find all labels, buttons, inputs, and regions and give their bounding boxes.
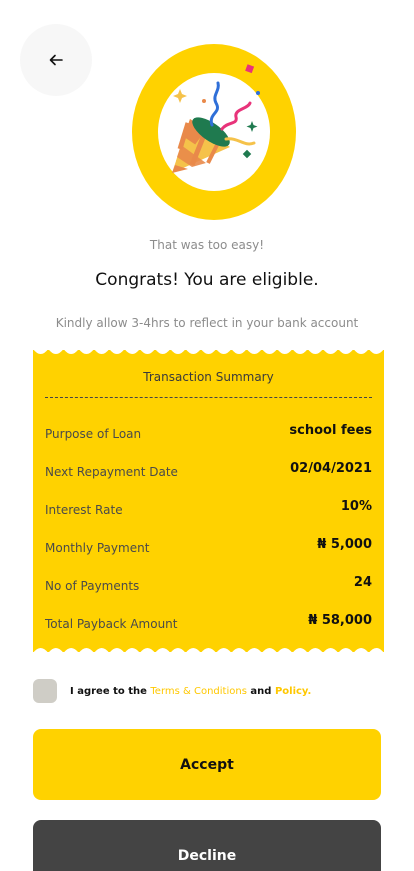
row-value: 10% — [340, 498, 372, 514]
row-label: Purpose of Loan — [45, 427, 142, 441]
row-label: No of Payments — [45, 579, 140, 593]
summary-row-total-payback: Total Payback Amount ₦ 58,000 — [45, 612, 372, 636]
terms-link[interactable]: Terms & Conditions — [150, 686, 247, 697]
agree-checkbox[interactable] — [33, 679, 57, 703]
scallop-edge-bottom — [33, 648, 384, 653]
row-value: 02/04/2021 — [290, 460, 372, 476]
summary-row-purpose: Purpose of Loan school fees — [45, 422, 372, 446]
processing-note: Kindly allow 3-4hrs to reflect in your b… — [55, 316, 359, 330]
row-label: Total Payback Amount — [45, 617, 178, 631]
agreement-text: I agree to the Terms & Conditions and Po… — [70, 686, 311, 697]
row-label: Next Repayment Date — [45, 465, 178, 479]
row-value: ₦ 5,000 — [317, 536, 372, 552]
row-value: school fees — [289, 422, 372, 438]
page-title: Congrats! You are eligible. — [95, 270, 319, 290]
summary-title: Transaction Summary — [143, 370, 274, 384]
agreement-and: and — [250, 685, 272, 697]
summary-row-interest-rate: Interest Rate 10% — [45, 498, 372, 522]
summary-row-repayment-date: Next Repayment Date 02/04/2021 — [45, 460, 372, 484]
success-subtitle: That was too easy! — [149, 238, 265, 252]
dashed-divider — [45, 397, 372, 398]
arrow-left-icon — [49, 54, 63, 66]
row-value: ₦ 58,000 — [308, 612, 372, 628]
summary-row-monthly-payment: Monthly Payment ₦ 5,000 — [45, 536, 372, 560]
transaction-summary-card: Transaction Summary Purpose of Loan scho… — [33, 349, 384, 653]
scallop-edge-top — [33, 349, 384, 354]
party-popper-icon — [172, 64, 260, 173]
success-illustration — [132, 44, 296, 220]
row-value: 24 — [353, 574, 372, 590]
back-button[interactable] — [20, 24, 92, 96]
summary-row-payments-count: No of Payments 24 — [45, 574, 372, 598]
row-label: Interest Rate — [45, 503, 123, 517]
row-label: Monthly Payment — [45, 541, 150, 555]
accept-button[interactable]: Accept — [33, 729, 381, 800]
agreement-prefix: I agree to the — [70, 685, 147, 697]
decline-button[interactable]: Decline — [33, 820, 381, 871]
terms-agreement: I agree to the Terms & Conditions and Po… — [33, 679, 311, 703]
policy-link[interactable]: Policy. — [275, 686, 311, 697]
